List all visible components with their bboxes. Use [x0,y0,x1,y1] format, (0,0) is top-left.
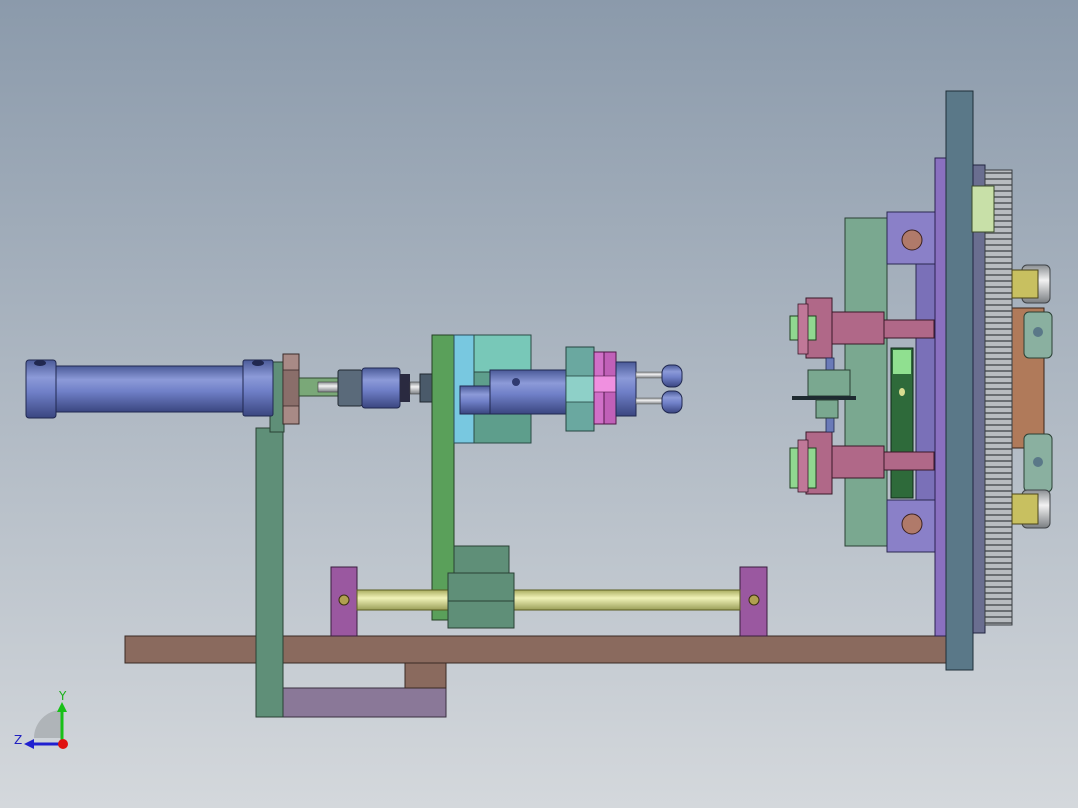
piston-rod-shaft [317,381,341,393]
center-insert-highlight [893,350,911,374]
cylinder-port-left [34,360,46,366]
green-backing-plate [844,217,888,547]
rod-bracket-right-bolt [748,594,760,606]
gear-clamp-2-hole [1033,327,1043,337]
hex-block-face [565,375,595,403]
cylinder-end-cap [25,359,57,419]
gear-hub-plate [972,164,986,634]
triad-z-label: Z [14,733,22,747]
guide-rod [356,589,741,611]
lower-arm-pivot [901,513,923,535]
center-spindle-lower-block [815,399,839,419]
guide-housing [489,369,567,415]
center-blade [792,396,856,400]
lower-bracket-post [404,662,447,689]
slider-top [453,545,510,575]
gear-key-block [971,185,995,233]
upper-clamp-shaft [831,311,885,345]
left-vertical-support [255,427,284,718]
gear-bolt-1 [1011,269,1039,299]
coupling-nut-right [419,373,433,403]
lower-clamp-rod [883,451,935,471]
gear-bolt-4 [1011,493,1039,525]
rod-coupling-nut [337,369,363,407]
rod-sleeve [615,361,637,417]
gear-clamp-3-hole [1033,457,1043,467]
gear [984,169,1013,626]
cylinder-port-right [252,360,264,366]
assembly-scene[interactable]: Y Z [0,0,1078,808]
cylinder-head-cap [242,359,274,417]
guide-housing-hole [512,378,520,386]
triad-x-origin [58,739,68,749]
ejector-pin-lower [635,397,663,405]
ejector-tip-lower [661,390,683,414]
pink-nut-face [593,375,617,393]
rod-bracket-left-bolt [338,594,350,606]
lower-clamp-shaft [831,445,885,479]
cylinder-mount-nut-face [282,369,300,407]
lower-clamp-flange [797,439,809,493]
cylinder-barrel [55,365,244,413]
upper-clamp-rod [883,319,935,339]
upper-clamp-flange [797,303,809,355]
base-plate [124,635,951,664]
ejector-tip-upper [661,364,683,388]
upper-arm-pivot [901,229,923,251]
triad-y-label: Y [58,689,67,703]
slate-main-plate [945,90,974,671]
lower-bracket [282,687,447,718]
purple-tall-plate [934,157,948,637]
center-spindle-block [807,369,851,397]
cad-viewport[interactable]: Y Z [0,0,1078,808]
rod-coupling-body [361,367,401,409]
rod-coupling-collar [400,374,410,402]
ejector-pin-upper [635,371,663,379]
center-insert-hole [899,388,905,396]
